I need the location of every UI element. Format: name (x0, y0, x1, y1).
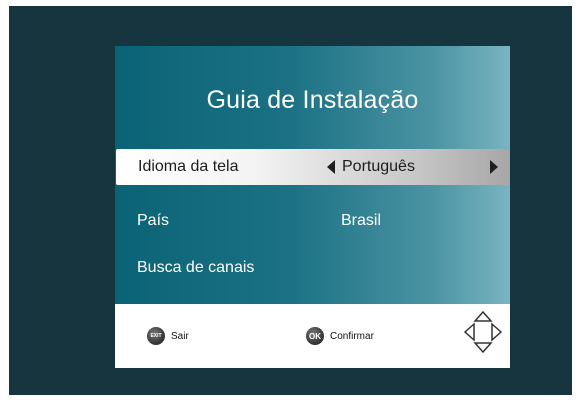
button-hint-bar: EXIT Sair OK Confirmar (115, 304, 510, 368)
language-value: Português (342, 158, 415, 175)
menu-item-country[interactable]: País Brasil (115, 203, 510, 239)
exit-label: Sair (171, 330, 189, 342)
menu-item-screen-language[interactable]: Idioma da tela Português (116, 149, 509, 185)
installation-guide-dialog: Guia de Instalação Idioma da tela Portug… (115, 46, 510, 368)
menu-item-label: Busca de canais (137, 259, 255, 276)
arrow-right-icon[interactable] (490, 160, 498, 174)
exit-button-icon: EXIT (147, 327, 165, 345)
dpad-arrows-icon (464, 311, 502, 353)
menu-item-label: País (137, 212, 170, 229)
dialog-title: Guia de Instalação (206, 86, 419, 114)
menu-item-label: Idioma da tela (138, 158, 239, 175)
menu-item-channel-search[interactable]: Busca de canais (115, 250, 510, 286)
confirm-label: Confirmar (330, 330, 374, 342)
arrow-left-icon[interactable] (327, 160, 335, 174)
exit-hint[interactable]: EXIT Sair (147, 327, 189, 345)
country-value: Brasil (341, 212, 382, 229)
ok-button-icon: OK (306, 327, 324, 345)
ok-hint[interactable]: OK Confirmar (306, 327, 374, 345)
tv-screen: Guia de Instalação Idioma da tela Portug… (9, 6, 572, 395)
